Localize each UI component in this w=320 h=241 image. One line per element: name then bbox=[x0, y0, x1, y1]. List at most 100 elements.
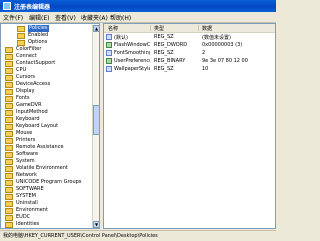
status-bar: 我的电脑\HKEY_CURRENT_USER\Control Panel\Des… bbox=[0, 230, 276, 241]
folder-icon bbox=[5, 173, 13, 179]
tree-item-label: Display bbox=[16, 88, 35, 94]
value-type: REG_BINARY bbox=[154, 58, 186, 64]
folder-icon bbox=[5, 61, 13, 67]
folder-open-icon bbox=[17, 26, 25, 32]
tree-item-label: EUDC bbox=[16, 214, 31, 220]
folder-icon bbox=[5, 47, 13, 53]
value-data: 9e 3e 07 80 12 00 bbox=[202, 58, 248, 64]
string-value-icon bbox=[106, 66, 112, 72]
menu-edit[interactable]: 编辑(E) bbox=[29, 13, 49, 22]
value-type: REG_SZ bbox=[154, 34, 174, 40]
folder-icon bbox=[5, 75, 13, 81]
folder-icon bbox=[5, 110, 13, 116]
list-header: 名称 类型 数据 bbox=[104, 24, 275, 33]
column-divider[interactable] bbox=[150, 25, 151, 31]
tree-item-label: Enabled bbox=[28, 32, 49, 38]
tree-item-label: Remote Assistance bbox=[16, 144, 64, 150]
tree-item-label: Environment bbox=[16, 207, 48, 213]
value-type: REG_DWORD bbox=[154, 42, 188, 48]
value-row[interactable]: UserPreference REG_BINARY 9e 3e 07 80 12… bbox=[104, 57, 275, 65]
folder-icon bbox=[5, 82, 13, 88]
tree-item-label: System bbox=[16, 158, 35, 164]
folder-icon bbox=[5, 103, 13, 109]
folder-icon bbox=[5, 131, 13, 137]
value-row[interactable]: WallpaperStyle REG_SZ 10 bbox=[104, 65, 275, 73]
tree-item-label: ColorFilter bbox=[16, 46, 42, 52]
folder-icon bbox=[5, 208, 13, 214]
folder-icon bbox=[5, 117, 13, 123]
menu-file[interactable]: 文件(F) bbox=[3, 13, 23, 22]
folder-icon bbox=[5, 215, 13, 221]
tree-item-label: Identities bbox=[16, 221, 40, 227]
string-value-icon bbox=[106, 50, 112, 56]
menu-help[interactable]: 帮助(H) bbox=[110, 13, 131, 22]
folder-icon bbox=[5, 194, 13, 200]
menu-bar: 文件(F) 编辑(E) 查看(V) 收藏夹(A) 帮助(H) bbox=[0, 12, 276, 23]
value-row[interactable]: FlashWindowCount REG_DWORD 0x00000003 (3… bbox=[104, 41, 275, 49]
folder-icon bbox=[5, 89, 13, 95]
value-data: 0x00000003 (3) bbox=[202, 42, 243, 48]
tree-item-label: SOFTWARE bbox=[16, 186, 44, 192]
value-name: UserPreference bbox=[114, 58, 150, 64]
tree-item-label: Keyboard bbox=[16, 116, 40, 122]
registry-tree: Policies Enabled Options ColorFilter Con… bbox=[0, 23, 100, 229]
value-type: REG_SZ bbox=[154, 50, 174, 56]
value-name: WallpaperStyle bbox=[114, 66, 150, 72]
tree-item-label: Printers bbox=[16, 137, 36, 143]
registry-icon bbox=[3, 2, 11, 10]
tree-item-label: CPU bbox=[16, 67, 27, 73]
folder-icon bbox=[5, 138, 13, 144]
folder-icon bbox=[5, 159, 13, 165]
value-data: 2 bbox=[202, 50, 206, 56]
window-title: 注册表编辑器 bbox=[14, 4, 51, 11]
title-bar: 注册表编辑器 bbox=[0, 0, 276, 12]
string-value-icon bbox=[106, 34, 112, 40]
menu-view[interactable]: 查看(V) bbox=[55, 13, 76, 22]
tree-item-label: Network bbox=[16, 172, 37, 178]
value-name: FlashWindowCount bbox=[114, 42, 150, 48]
folder-icon bbox=[5, 187, 13, 193]
tree-item-label: UNICODE Program Groups bbox=[16, 179, 82, 185]
value-row[interactable]: FontSmoothing REG_SZ 2 bbox=[104, 49, 275, 57]
tree-item-label: Mouse bbox=[16, 130, 33, 136]
binary-value-icon bbox=[106, 58, 112, 64]
scroll-up-icon[interactable]: ▲ bbox=[93, 25, 99, 32]
tree-item-label: Keyboard Layout bbox=[16, 123, 59, 129]
column-divider[interactable] bbox=[198, 25, 199, 31]
folder-icon bbox=[17, 33, 25, 39]
column-type-header[interactable]: 类型 bbox=[154, 25, 164, 32]
tree-item-label: GameDVR bbox=[16, 102, 42, 108]
folder-icon bbox=[5, 152, 13, 158]
folder-icon bbox=[5, 96, 13, 102]
tree-item-label: Cursors bbox=[16, 74, 36, 80]
binary-value-icon bbox=[106, 42, 112, 48]
folder-icon bbox=[5, 68, 13, 74]
folder-icon bbox=[5, 54, 13, 60]
value-data: 10 bbox=[202, 66, 209, 72]
tree-item-label: Policies bbox=[28, 25, 49, 32]
status-path: 我的电脑\HKEY_CURRENT_USER\Control Panel\Des… bbox=[3, 233, 158, 239]
scroll-down-icon[interactable]: ▼ bbox=[93, 221, 99, 228]
tree-item-label: Uninstall bbox=[16, 200, 38, 206]
value-data: (数值未设置) bbox=[202, 35, 231, 41]
value-name: FontSmoothing bbox=[114, 50, 150, 56]
tree-item-label: Options bbox=[28, 39, 48, 45]
tree-scrollbar[interactable]: ▲ ▼ bbox=[92, 25, 99, 228]
tree-item-label: SYSTEM bbox=[16, 193, 36, 199]
folder-icon bbox=[5, 201, 13, 207]
folder-icon bbox=[5, 166, 13, 172]
tree-item-label: Fonts bbox=[16, 95, 30, 101]
column-name-header[interactable]: 名称 bbox=[108, 25, 118, 32]
values-list: 名称 类型 数据 (默认) REG_SZ (数值未设置) FlashWindow… bbox=[103, 23, 276, 229]
folder-icon bbox=[5, 180, 13, 186]
value-row[interactable]: (默认) REG_SZ (数值未设置) bbox=[104, 33, 275, 41]
tree-item-label: DeviceAccess bbox=[16, 81, 51, 87]
value-type: REG_SZ bbox=[154, 66, 174, 72]
column-data-header[interactable]: 数据 bbox=[202, 25, 212, 32]
tree-item-label: ContactSupport bbox=[16, 60, 56, 66]
menu-favorites[interactable]: 收藏夹(A) bbox=[81, 13, 108, 22]
folder-icon bbox=[5, 222, 13, 228]
value-name: (默认) bbox=[114, 35, 128, 41]
scrollbar-thumb[interactable] bbox=[93, 105, 99, 135]
tree-item-label: Connect bbox=[16, 53, 37, 59]
